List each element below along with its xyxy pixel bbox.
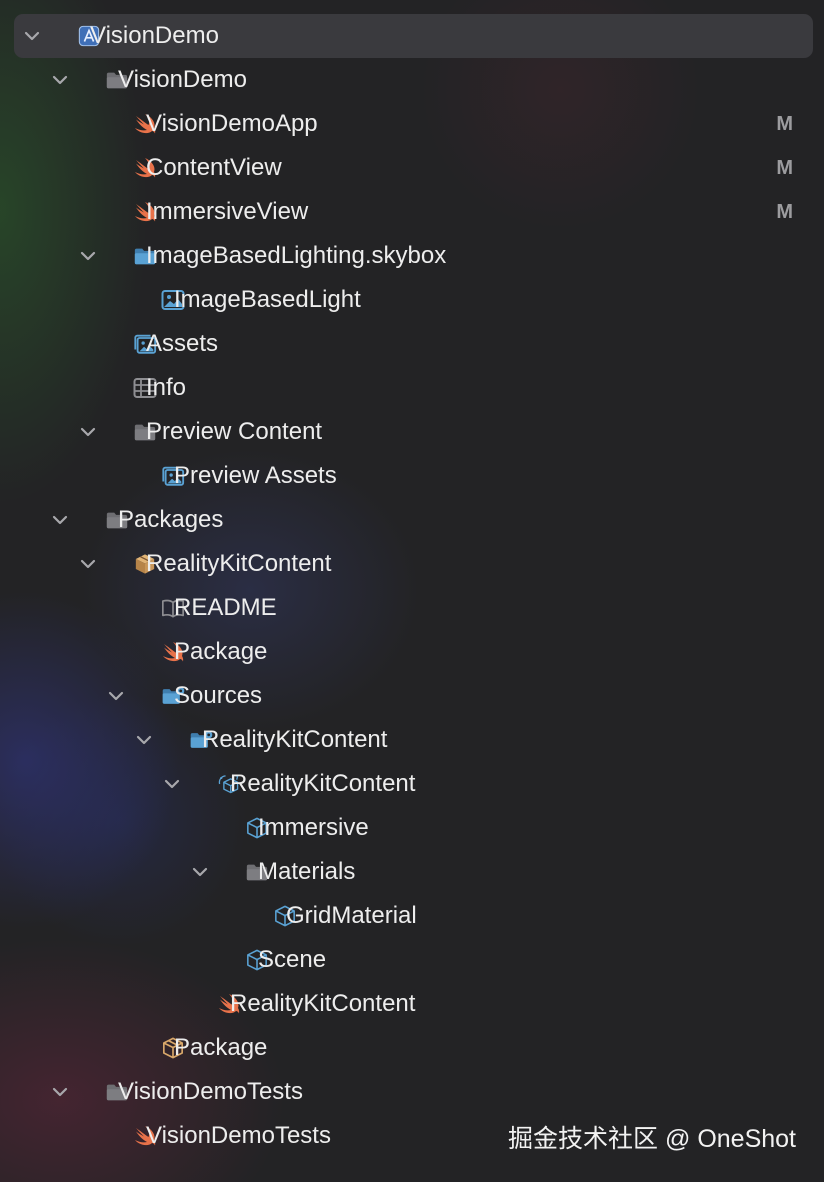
navigator-row[interactable]: VisionDemo xyxy=(14,14,813,58)
row-label: Info xyxy=(146,374,187,401)
disclosure-chevron-icon[interactable] xyxy=(106,686,126,706)
disclosure-chevron-icon[interactable] xyxy=(190,862,210,882)
row-label: VisionDemo xyxy=(118,66,247,93)
row-label: RealityKitContent xyxy=(202,726,388,753)
row-label: Immersive xyxy=(258,814,369,841)
row-label: RealityKitContent xyxy=(146,550,332,577)
row-label: RealityKitContent xyxy=(230,770,416,797)
disclosure-chevron-icon[interactable] xyxy=(78,246,98,266)
disclosure-chevron-icon[interactable] xyxy=(50,510,70,530)
navigator-row[interactable]: ImmersiveView M xyxy=(14,190,813,234)
navigator-row[interactable]: RealityKitContent xyxy=(14,718,813,762)
navigator-row[interactable]: RealityKitContent xyxy=(14,762,813,806)
navigator-row[interactable]: ImageBasedLighting.skybox xyxy=(14,234,813,278)
row-label: Package xyxy=(174,638,268,665)
row-label: Sources xyxy=(174,682,263,709)
disclosure-chevron-icon[interactable] xyxy=(22,26,42,46)
row-label: VisionDemoApp xyxy=(146,110,318,137)
disclosure-chevron-icon[interactable] xyxy=(78,422,98,442)
navigator-row[interactable]: Sources xyxy=(14,674,813,718)
modified-badge: M xyxy=(776,201,793,223)
modified-badge: M xyxy=(776,157,793,179)
row-label: Assets xyxy=(146,330,219,357)
row-label: ImmersiveView xyxy=(146,198,309,225)
navigator-row[interactable]: GridMaterial xyxy=(14,894,813,938)
navigator-row[interactable]: RealityKitContent xyxy=(14,542,813,586)
disclosure-chevron-icon[interactable] xyxy=(50,70,70,90)
navigator-row[interactable]: Package xyxy=(14,630,813,674)
row-label: GridMaterial xyxy=(286,902,417,929)
navigator-row[interactable]: ContentView M xyxy=(14,146,813,190)
navigator-row[interactable]: RealityKitContent xyxy=(14,982,813,1026)
row-label: Package xyxy=(174,1034,268,1061)
row-label: VisionDemoTests xyxy=(118,1078,303,1105)
watermark-text: 掘金技术社区 @ OneShot xyxy=(508,1125,796,1153)
navigator-row[interactable]: Scene xyxy=(14,938,813,982)
navigator-row[interactable]: Assets xyxy=(14,322,813,366)
disclosure-chevron-icon[interactable] xyxy=(50,1082,70,1102)
navigator-row[interactable]: VisionDemoTests xyxy=(14,1070,813,1114)
row-label: Packages xyxy=(118,506,224,533)
navigator-row[interactable]: README xyxy=(14,586,813,630)
navigator-row[interactable]: VisionDemoApp M xyxy=(14,102,813,146)
row-label: ContentView xyxy=(146,154,282,181)
row-label: Materials xyxy=(258,858,356,885)
row-label: ImageBasedLighting.skybox xyxy=(146,242,447,269)
disclosure-chevron-icon[interactable] xyxy=(134,730,154,750)
row-label: VisionDemo xyxy=(90,22,219,49)
navigator-row[interactable]: Preview Content xyxy=(14,410,813,454)
disclosure-chevron-icon[interactable] xyxy=(78,554,98,574)
row-label: README xyxy=(174,594,277,621)
row-label: VisionDemoTests xyxy=(146,1122,331,1149)
row-label: Preview Content xyxy=(146,418,323,445)
navigator-row[interactable]: Info xyxy=(14,366,813,410)
row-label: Preview Assets xyxy=(174,462,337,489)
navigator-row[interactable]: Packages xyxy=(14,498,813,542)
row-label: RealityKitContent xyxy=(230,990,416,1017)
navigator-row[interactable]: Materials xyxy=(14,850,813,894)
row-label: Scene xyxy=(258,946,327,973)
modified-badge: M xyxy=(776,113,793,135)
row-label: ImageBasedLight xyxy=(174,286,361,313)
disclosure-chevron-icon[interactable] xyxy=(162,774,182,794)
navigator-row[interactable]: Preview Assets xyxy=(14,454,813,498)
navigator-row[interactable]: VisionDemo xyxy=(14,58,813,102)
navigator-row[interactable]: Package xyxy=(14,1026,813,1070)
navigator-row[interactable]: ImageBasedLight xyxy=(14,278,813,322)
navigator-row[interactable]: Immersive xyxy=(14,806,813,850)
